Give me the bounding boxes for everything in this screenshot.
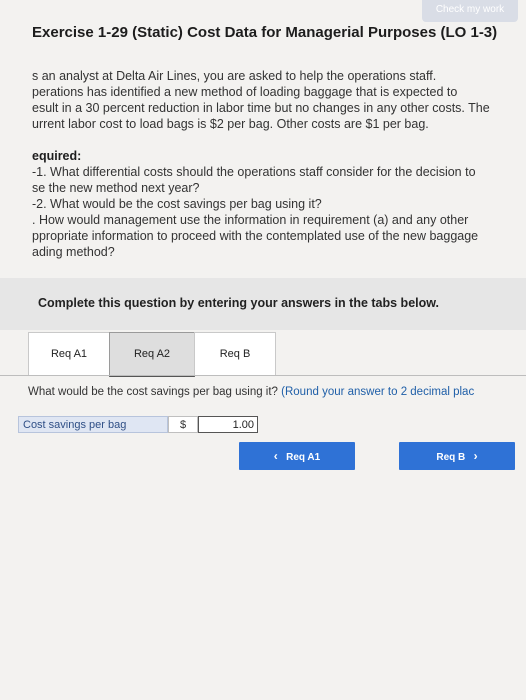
- prev-tab-label: Req A1: [286, 452, 321, 463]
- intro-line: s an analyst at Delta Air Lines, you are…: [32, 69, 437, 83]
- page-title: Exercise 1-29 (Static) Cost Data for Man…: [32, 24, 498, 41]
- question-main: What would be the cost savings per bag u…: [28, 386, 278, 398]
- required-line: se the new method next year?: [32, 181, 200, 195]
- cost-savings-input[interactable]: [198, 416, 258, 433]
- required-line: -1. What differential costs should the o…: [32, 165, 476, 179]
- tab-divider: [0, 375, 526, 376]
- required-line: ppropriate information to proceed with t…: [32, 229, 479, 243]
- currency-symbol: $: [168, 416, 198, 433]
- tab-req-a2[interactable]: Req A2: [109, 332, 195, 377]
- panel-title: Complete this question by entering your …: [38, 296, 439, 310]
- question-text: What would be the cost savings per bag u…: [28, 386, 474, 398]
- check-my-work-button[interactable]: Check my work: [422, 0, 518, 22]
- intro-line: esult in a 30 percent reduction in labor…: [32, 101, 490, 115]
- tab-req-b[interactable]: Req B: [194, 332, 276, 376]
- chevron-right-icon: ›: [473, 449, 478, 463]
- tab-req-a1[interactable]: Req A1: [28, 332, 110, 376]
- prev-tab-button[interactable]: ‹ Req A1: [239, 442, 355, 470]
- intro-line: perations has identified a new method of…: [32, 85, 458, 99]
- next-tab-button[interactable]: Req B ›: [399, 442, 515, 470]
- instructions-panel: Complete this question by entering your …: [0, 278, 526, 330]
- required-line: . How would management use the informati…: [32, 213, 469, 227]
- required-heading: equired:: [32, 149, 82, 163]
- answer-row-label: Cost savings per bag: [18, 416, 168, 433]
- required-line: ading method?: [32, 245, 115, 259]
- next-tab-label: Req B: [436, 452, 466, 463]
- required-line: -2. What would be the cost savings per b…: [32, 197, 322, 211]
- intro-line: urrent labor cost to load bags is $2 per…: [32, 117, 429, 131]
- chevron-left-icon: ‹: [273, 449, 278, 463]
- rounding-hint: (Round your answer to 2 decimal plac: [281, 386, 475, 398]
